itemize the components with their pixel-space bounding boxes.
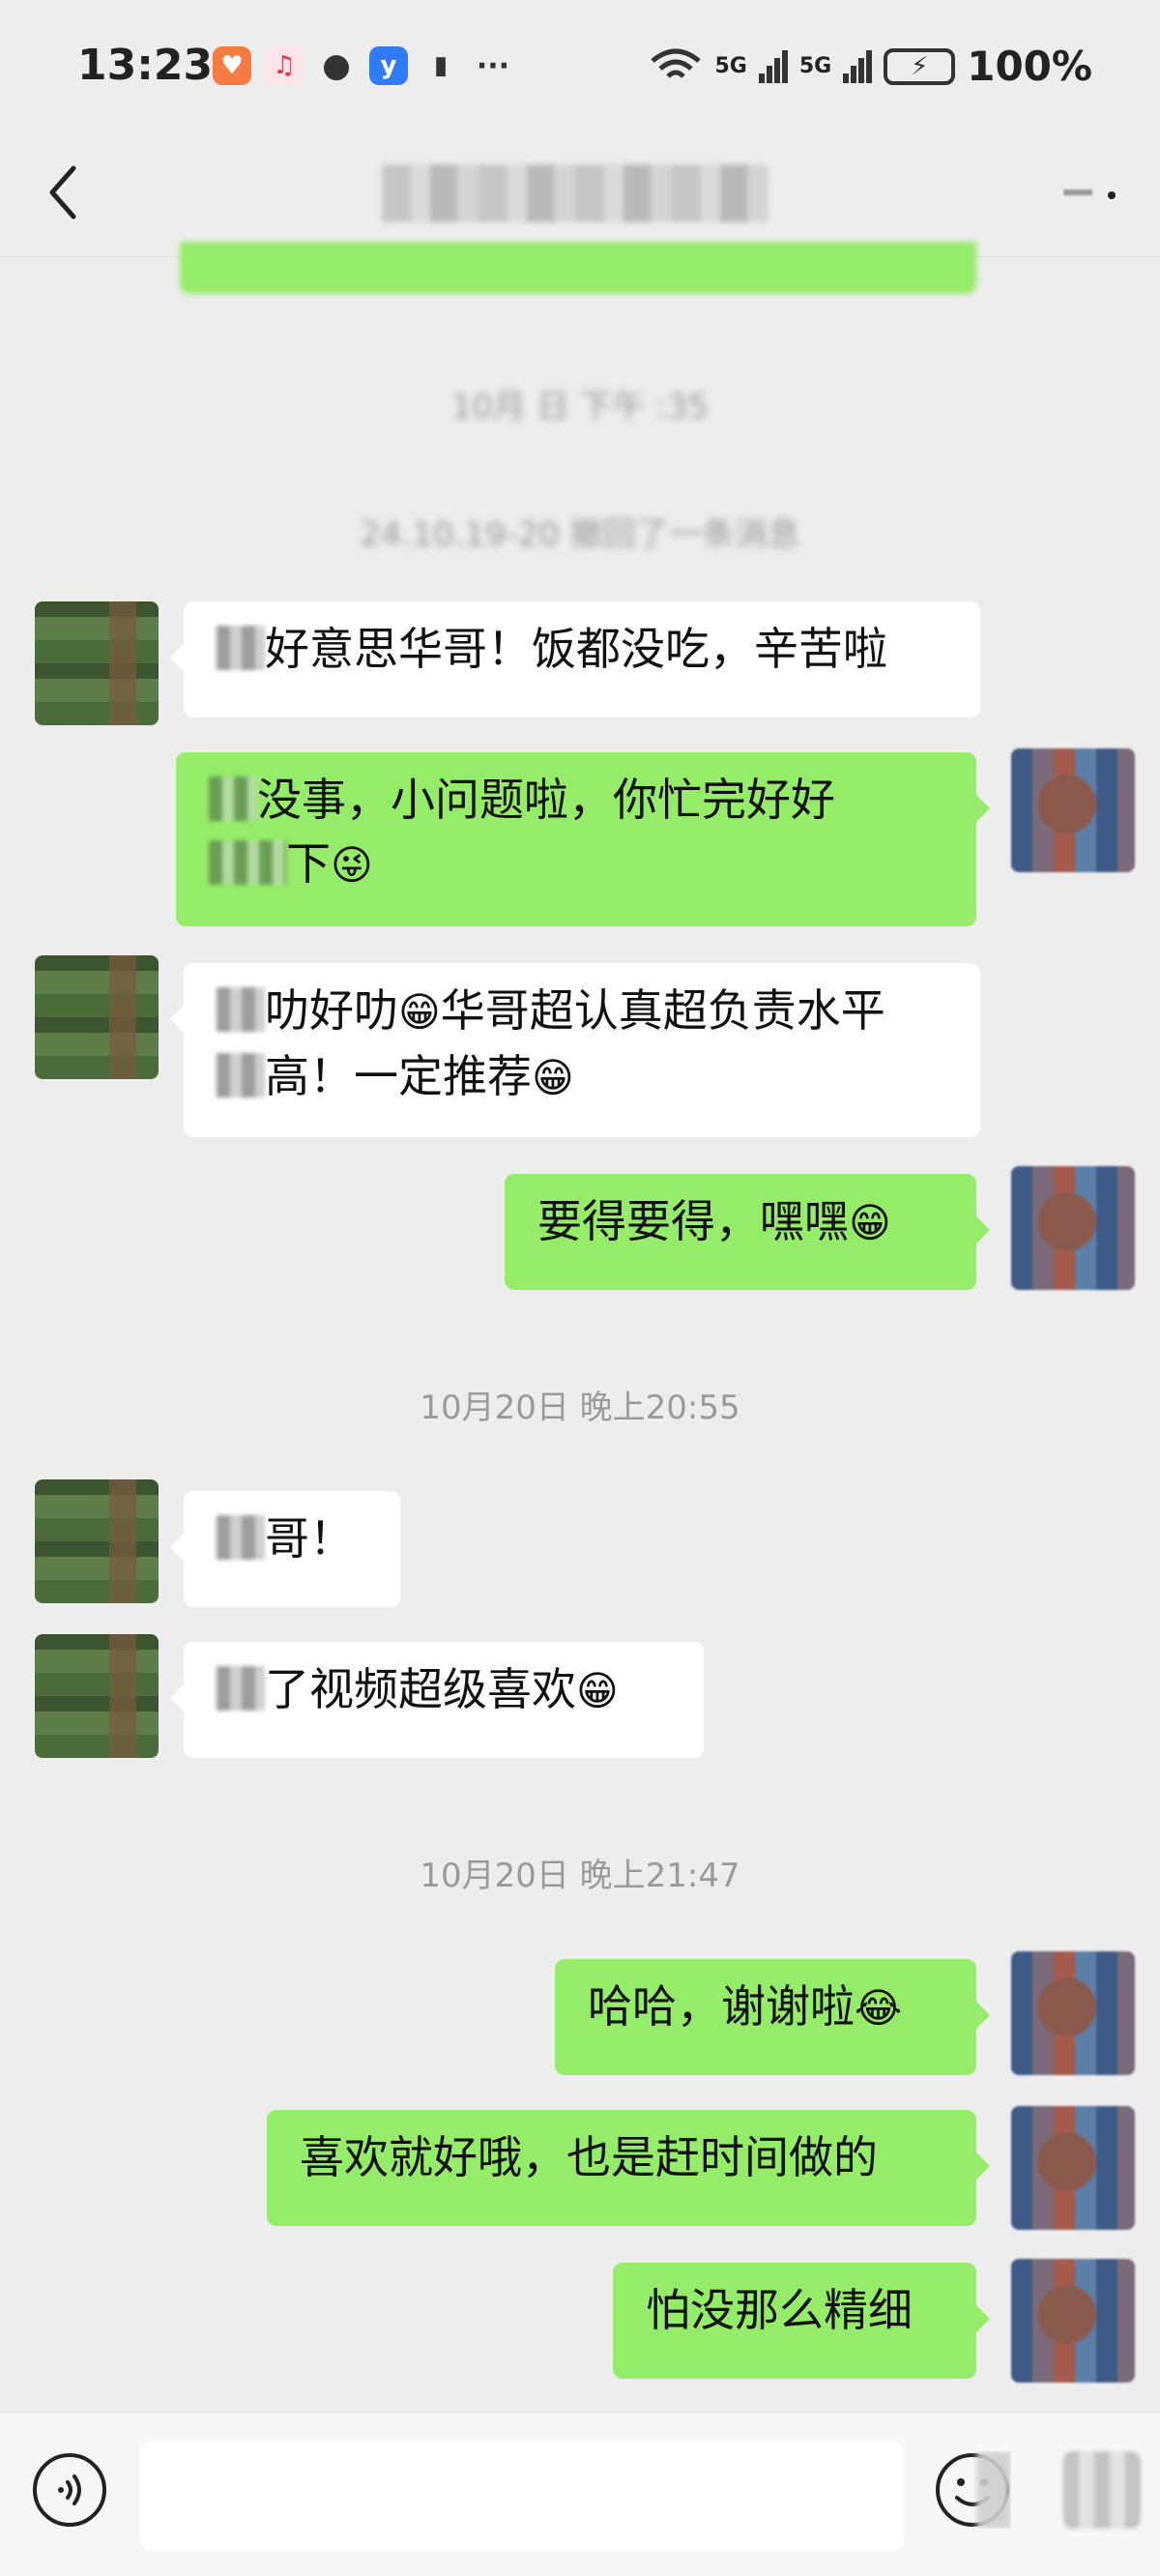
wink-tongue-emoji: 😜 bbox=[331, 841, 373, 889]
grin-emoji: 😁 bbox=[532, 1054, 574, 1101]
message-bubble[interactable]: 喜欢就好哦，也是赶时间做的 bbox=[267, 2110, 990, 2226]
avatar[interactable] bbox=[1011, 748, 1135, 872]
avatar[interactable] bbox=[35, 1479, 159, 1603]
message-bubble[interactable]: 要得要得，嘿嘿😁 bbox=[505, 1174, 990, 1290]
avatar[interactable] bbox=[1011, 2259, 1135, 2383]
redacted-text bbox=[209, 776, 257, 821]
redacted-text bbox=[217, 987, 265, 1032]
back-icon[interactable] bbox=[39, 159, 87, 226]
emoji-icon[interactable] bbox=[934, 2451, 1011, 2529]
signal-5g-label-1: 5G bbox=[714, 54, 747, 78]
message-text: 哈哈，谢谢啦 bbox=[588, 1980, 855, 2033]
message-text: 下 bbox=[286, 837, 331, 890]
redacted-text bbox=[217, 1053, 265, 1098]
battery-charging-icon: ⚡ bbox=[884, 47, 956, 85]
chat-title-redacted bbox=[382, 164, 768, 222]
signal-bars-icon bbox=[843, 49, 873, 83]
message-bubble[interactable]: 了视频超级喜欢😁 bbox=[170, 1642, 704, 1758]
message-text: 华哥超认真超负责水平 bbox=[440, 984, 885, 1037]
message-bubble[interactable]: 叻好叻😁华哥超认真超负责水平 高！一定推荐😁 bbox=[170, 963, 980, 1137]
message-bubble[interactable]: 好意思华哥！饭都没吃，辛苦啦 bbox=[170, 601, 980, 717]
message-bubble-cropped bbox=[180, 242, 976, 294]
message-text: 哥！ bbox=[265, 1512, 354, 1565]
plus-icon[interactable] bbox=[1063, 2451, 1141, 2529]
voice-icon[interactable] bbox=[31, 2451, 108, 2529]
message-timestamp: 10月20日 晚上20:55 bbox=[420, 1389, 740, 1427]
more-notifications-icon: ··· bbox=[474, 46, 512, 85]
redacted-text bbox=[209, 840, 286, 885]
tears-of-joy-emoji: 😂 bbox=[855, 1984, 903, 2032]
message-timestamp: 10月 日 下午 :35 bbox=[450, 388, 710, 426]
notification-icons: ♥ ♫ ● y ▮ ··· bbox=[213, 46, 512, 85]
message-bubble[interactable]: 哥！ bbox=[170, 1491, 400, 1607]
chat-header bbox=[0, 135, 1160, 257]
avatar[interactable] bbox=[35, 1634, 159, 1758]
shopping-app-icon: ♥ bbox=[213, 46, 251, 85]
message-bubble-icon: ● bbox=[317, 46, 356, 85]
input-bar bbox=[0, 2412, 1160, 2576]
wifi-icon bbox=[651, 48, 702, 78]
message-text: 怕没那么精细 bbox=[646, 2284, 913, 2336]
message-text: 好意思华哥！饭都没吃，辛苦啦 bbox=[265, 623, 887, 675]
signal-bars-icon bbox=[758, 49, 788, 83]
redacted-text bbox=[217, 1666, 265, 1711]
message-text: 了视频超级喜欢 bbox=[265, 1663, 576, 1715]
message-text: 喜欢就好哦，也是赶时间做的 bbox=[300, 2131, 878, 2183]
avatar[interactable] bbox=[1011, 2106, 1135, 2230]
status-bar: 13:23 ♥ ♫ ● y ▮ ··· 5G 5G ⚡ 100% bbox=[0, 0, 1160, 135]
message-text: 要得要得，嘿嘿 bbox=[537, 1195, 849, 1247]
message-text: 没事，小问题啦，你忙完好好 bbox=[257, 774, 835, 826]
grin-emoji: 😁 bbox=[576, 1667, 619, 1714]
battery-percent: 100% bbox=[967, 43, 1092, 90]
music-app-icon: ♫ bbox=[265, 46, 304, 85]
avatar[interactable] bbox=[1011, 1951, 1135, 2075]
message-bubble[interactable]: 哈哈，谢谢啦😂 bbox=[555, 1959, 990, 2075]
recall-notice: 24.10.19-20 撤回了一条消息 bbox=[360, 515, 800, 554]
status-time: 13:23 bbox=[77, 41, 214, 90]
message-bubble[interactable]: 没事，小问题啦，你忙完好好 下😜 bbox=[176, 752, 990, 926]
avatar[interactable] bbox=[1011, 1166, 1135, 1290]
message-text: 高！一定推荐 bbox=[265, 1050, 532, 1102]
grin-emoji: 😁 bbox=[849, 1199, 891, 1246]
app-y-icon: y bbox=[369, 46, 408, 85]
redacted-text bbox=[217, 1515, 265, 1560]
message-input[interactable] bbox=[140, 2442, 904, 2550]
system-status: 5G 5G ⚡ 100% bbox=[649, 43, 1092, 90]
message-bubble[interactable]: 怕没那么精细 bbox=[613, 2263, 990, 2379]
signal-5g-label-2: 5G bbox=[798, 54, 832, 78]
message-text: 叻好叻 bbox=[265, 984, 398, 1037]
battery-saver-icon: ▮ bbox=[421, 46, 460, 85]
more-icon[interactable] bbox=[1063, 184, 1121, 203]
avatar[interactable] bbox=[35, 955, 159, 1079]
redacted-text bbox=[217, 626, 265, 670]
message-timestamp: 10月20日 晚上21:47 bbox=[420, 1857, 740, 1895]
avatar[interactable] bbox=[35, 601, 159, 725]
grin-emoji: 😁 bbox=[398, 988, 441, 1036]
